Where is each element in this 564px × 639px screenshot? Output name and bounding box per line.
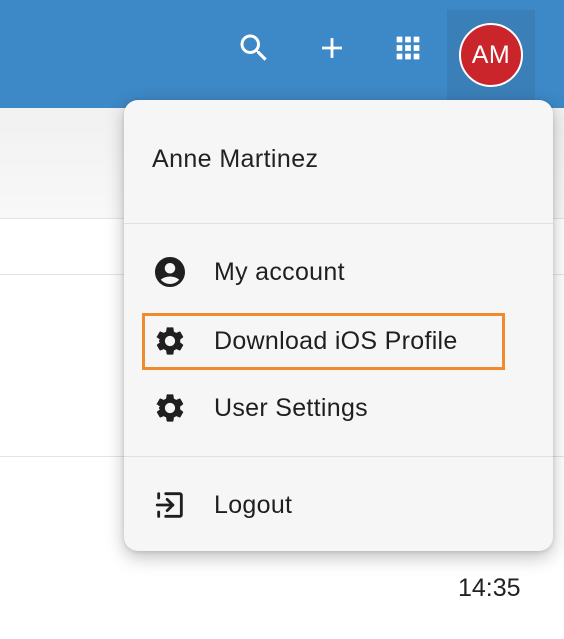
gear-icon	[152, 390, 188, 426]
menu-item-label: Download iOS Profile	[214, 326, 458, 355]
logout-icon	[152, 487, 188, 523]
apps-button[interactable]	[388, 30, 428, 70]
menu-item-logout[interactable]: Logout	[146, 477, 506, 533]
menu-item-user-settings[interactable]: User Settings	[146, 380, 506, 436]
menu-item-label: User Settings	[214, 393, 368, 422]
menu-item-my-account[interactable]: My account	[146, 244, 506, 300]
menu-item-label: My account	[214, 257, 345, 286]
avatar[interactable]: AM	[459, 23, 523, 87]
add-icon	[315, 31, 349, 70]
top-app-bar: AM	[0, 0, 564, 108]
add-button[interactable]	[312, 30, 352, 70]
search-button[interactable]	[234, 30, 274, 70]
menu-divider	[124, 456, 553, 457]
user-menu: Anne Martinez My account Download iOS Pr…	[124, 100, 553, 551]
account-circle-icon	[152, 254, 188, 290]
menu-user-name: Anne Martinez	[152, 145, 319, 173]
apps-grid-icon	[391, 31, 425, 70]
gear-icon	[152, 323, 188, 359]
search-icon	[236, 30, 272, 71]
menu-item-download-ios-profile[interactable]: Download iOS Profile	[146, 313, 506, 369]
menu-divider	[124, 223, 553, 224]
timestamp: 14:35	[458, 574, 521, 602]
menu-item-label: Logout	[214, 490, 293, 519]
avatar-button[interactable]: AM	[447, 10, 535, 100]
